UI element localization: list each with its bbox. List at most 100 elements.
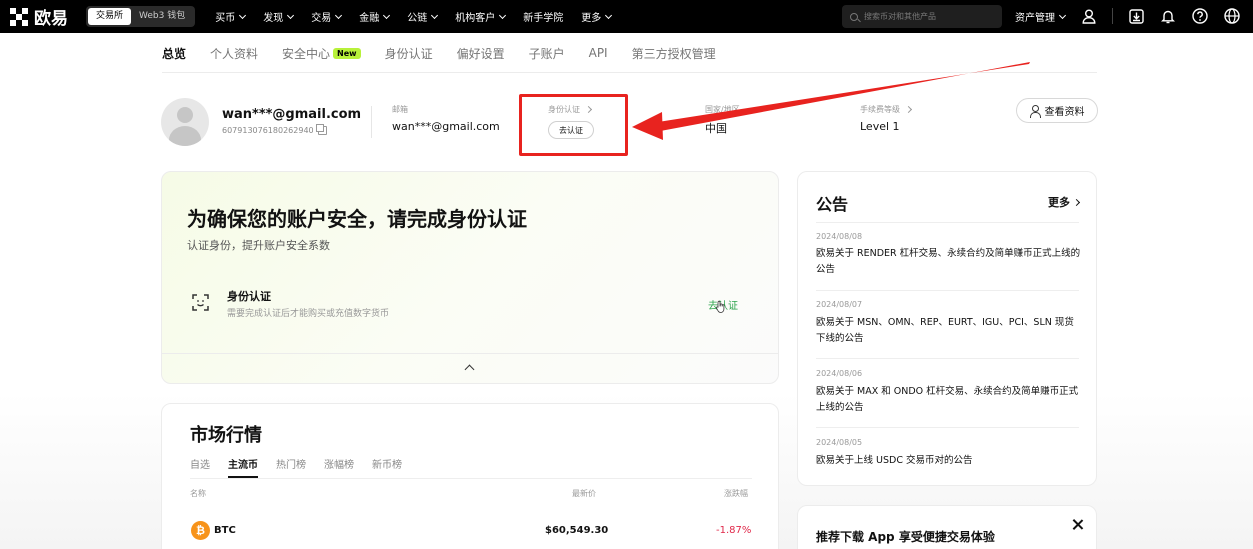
- menu-academy[interactable]: 新手学院: [523, 9, 563, 24]
- announcement-date: 2024/08/07: [816, 300, 863, 309]
- menu-discover[interactable]: 发现: [263, 9, 295, 24]
- download-icon[interactable]: [1127, 7, 1145, 25]
- menu-finance[interactable]: 金融: [359, 9, 391, 24]
- email-value: wan***@gmail.com: [392, 120, 500, 133]
- chevron-down-icon: [499, 11, 507, 19]
- help-icon[interactable]: [1191, 7, 1209, 25]
- security-subtitle: 认证身份，提升账户安全系数: [187, 239, 330, 252]
- chevron-right-icon: [904, 105, 913, 114]
- identity-item-title: 身份认证: [227, 290, 271, 303]
- market-tab-hot[interactable]: 热门榜: [276, 456, 306, 471]
- announcement-item[interactable]: 欧易关于上线 USDC 交易币对的公告: [816, 453, 1081, 469]
- chevron-down-icon: [239, 11, 247, 19]
- hand-cursor-icon: [716, 300, 725, 313]
- chevron-down-icon: [431, 11, 439, 19]
- chevron-right-icon: [1072, 198, 1081, 206]
- market-row-change: -1.87%: [716, 525, 752, 536]
- column-header-name: 名称: [190, 489, 206, 498]
- menu-more[interactable]: 更多: [581, 9, 613, 24]
- announcement-date: 2024/08/06: [816, 369, 863, 378]
- nav-divider: [1112, 8, 1113, 24]
- menu-chain[interactable]: 公链: [407, 9, 439, 24]
- search-icon: [850, 12, 858, 21]
- chevron-down-icon: [287, 11, 295, 19]
- announcements-divider: [816, 222, 1079, 223]
- chevron-down-icon: [383, 11, 391, 19]
- market-row-price: $60,549.30: [545, 525, 609, 536]
- person-icon: [1029, 105, 1041, 118]
- logo-text: 欧易: [34, 9, 68, 29]
- announcement-item[interactable]: 欧易关于 MSN、OMN、REP、EURT、IGU、PCI、SLN 现货下线的公…: [816, 315, 1081, 347]
- close-icon[interactable]: [1071, 518, 1084, 531]
- new-badge: New: [333, 47, 361, 59]
- app-download-text[interactable]: 推荐下载 App 享受便捷交易体验: [816, 528, 995, 545]
- tab-overview[interactable]: 总览: [162, 45, 186, 62]
- tab-third-party-auth[interactable]: 第三方授权管理: [632, 45, 716, 62]
- identity-item-description: 需要完成认证后才能购买或充值数字货币: [227, 309, 390, 319]
- face-scan-icon: [192, 294, 209, 311]
- tab-profile[interactable]: 个人资料: [210, 45, 258, 62]
- nav-icon-group: [1066, 7, 1241, 25]
- region-value: 中国: [705, 122, 727, 135]
- announcement-separator: [816, 290, 1079, 291]
- market-row-symbol[interactable]: BTC: [214, 525, 236, 536]
- copy-icon[interactable]: [315, 124, 327, 135]
- market-title: 市场行情: [190, 425, 262, 446]
- profile-divider: [371, 106, 372, 138]
- menu-trade[interactable]: 交易: [311, 9, 343, 24]
- user-uid: 607913076180262940: [222, 124, 327, 135]
- announcement-separator: [816, 358, 1079, 359]
- tab-preferences[interactable]: 偏好设置: [457, 45, 505, 62]
- market-tabs-divider: [190, 478, 752, 479]
- user-icon[interactable]: [1080, 7, 1098, 25]
- bell-icon[interactable]: [1159, 7, 1177, 25]
- column-header-change: 涨跌幅: [724, 489, 748, 498]
- announcement-date: 2024/08/05: [816, 438, 863, 447]
- tab-identity-verification[interactable]: 身份认证: [385, 45, 433, 62]
- switch-exchange[interactable]: 交易所: [88, 8, 132, 25]
- security-title: 为确保您的账户安全，请完成身份认证: [187, 207, 527, 231]
- fee-level-value: Level 1: [860, 120, 900, 133]
- avatar: [161, 98, 209, 146]
- market-tab-new[interactable]: 新币榜: [372, 456, 402, 471]
- tab-api[interactable]: API: [589, 46, 608, 60]
- annotation-highlight-box: [519, 94, 628, 156]
- chevron-down-icon: [605, 11, 613, 19]
- column-header-price: 最新价: [572, 489, 596, 498]
- tab-security-center[interactable]: 安全中心 New: [282, 45, 361, 62]
- chevron-down-icon: [335, 11, 343, 19]
- platform-switcher: 交易所 Web3 钱包: [86, 6, 196, 27]
- btc-icon: ₿: [191, 521, 210, 540]
- announcement-item[interactable]: 欧易关于 RENDER 杠杆交易、永续合约及简单赚币正式上线的公告: [816, 246, 1081, 278]
- announcements-title: 公告: [816, 195, 849, 214]
- announcements-more-link[interactable]: 更多: [1048, 194, 1081, 210]
- market-tab-favorites[interactable]: 自选: [190, 456, 210, 471]
- announcement-separator: [816, 427, 1079, 428]
- logo[interactable]: 欧易: [10, 4, 68, 29]
- search-input[interactable]: [864, 12, 994, 21]
- menu-buy-crypto[interactable]: 买币: [215, 9, 247, 24]
- fee-level-label[interactable]: 手续费等级: [860, 104, 913, 115]
- top-navbar: 欧易 交易所 Web3 钱包 买币 发现 交易 金融 公链 机构客户 新手学院 …: [0, 0, 1253, 33]
- market-tab-gainers[interactable]: 涨幅榜: [324, 456, 354, 471]
- globe-icon[interactable]: [1223, 7, 1241, 25]
- asset-management-menu[interactable]: 资产管理: [1015, 9, 1067, 24]
- view-profile-button[interactable]: 查看资料: [1016, 98, 1098, 123]
- switch-web3-wallet[interactable]: Web3 钱包: [131, 8, 193, 25]
- user-email: wan***@gmail.com: [222, 107, 362, 122]
- main-menu: 买币 发现 交易 金融 公链 机构客户 新手学院 更多: [215, 9, 629, 24]
- search-box[interactable]: [842, 5, 1002, 28]
- security-card-divider: [162, 353, 778, 354]
- region-label: 国家/地区: [705, 105, 740, 114]
- okx-logo-icon: [10, 7, 30, 26]
- subtabs-divider: [162, 72, 1097, 73]
- tab-sub-accounts[interactable]: 子账户: [529, 45, 565, 62]
- email-label: 邮箱: [392, 105, 408, 114]
- menu-institutional[interactable]: 机构客户: [455, 9, 507, 24]
- account-subtabs: 总览 个人资料 安全中心 New 身份认证 偏好设置 子账户 API 第三方授权管…: [162, 44, 740, 62]
- chevron-down-icon: [1058, 11, 1067, 19]
- market-tabs: 自选 主流币 热门榜 涨幅榜 新币榜: [190, 456, 420, 478]
- announcement-item[interactable]: 欧易关于 MAX 和 ONDO 杠杆交易、永续合约及简单赚币正式上线的公告: [816, 384, 1081, 416]
- market-tab-major[interactable]: 主流币: [228, 456, 258, 478]
- announcement-date: 2024/08/08: [816, 232, 863, 241]
